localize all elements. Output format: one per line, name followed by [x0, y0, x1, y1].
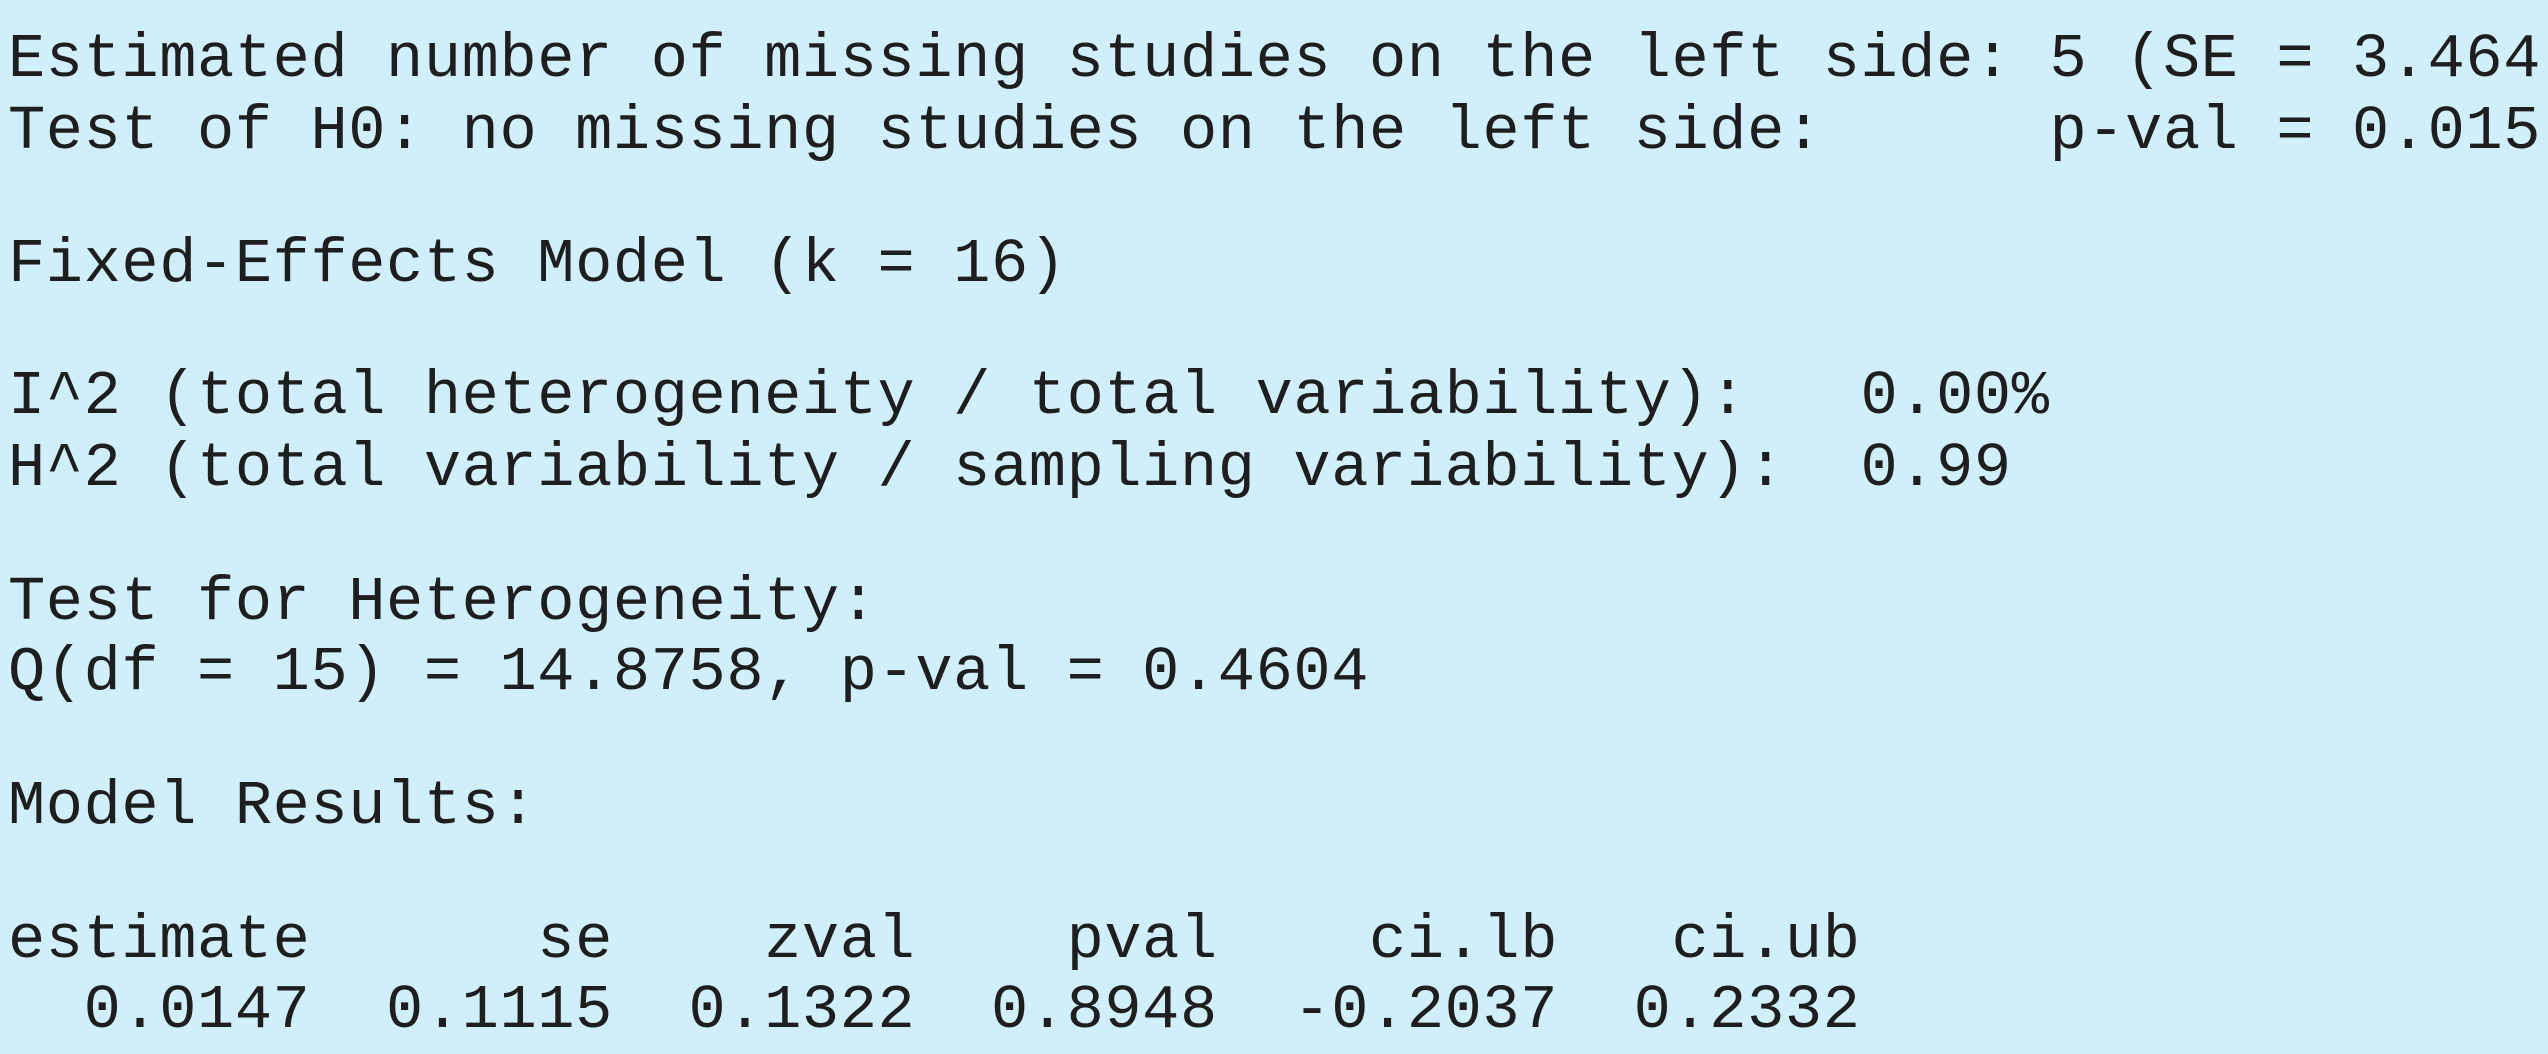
r-console-output: Estimated number of missing studies on t… [0, 0, 2548, 1054]
i2-line: I^2 (total heterogeneity / total variabi… [8, 361, 2050, 432]
model-heading: Fixed-Effects Model (k = 16) [8, 229, 1067, 300]
q-test-line: Q(df = 15) = 14.8758, p-val = 0.4604 [8, 637, 1370, 708]
heterogeneity-heading: Test for Heterogeneity: [8, 567, 878, 638]
missing-studies-estimate-line: Estimated number of missing studies on t… [8, 24, 2548, 95]
results-table-header: estimate se zval pval ci.lb ci.ub [8, 905, 1861, 976]
h2-line: H^2 (total variability / sampling variab… [8, 433, 2012, 504]
h0-test-line: Test of H0: no missing studies on the le… [8, 96, 2548, 167]
model-results-heading: Model Results: [8, 771, 538, 842]
results-table-row: 0.0147 0.1115 0.1322 0.8948 -0.2037 0.23… [8, 975, 1861, 1046]
console-right-edge [2542, 0, 2548, 1054]
